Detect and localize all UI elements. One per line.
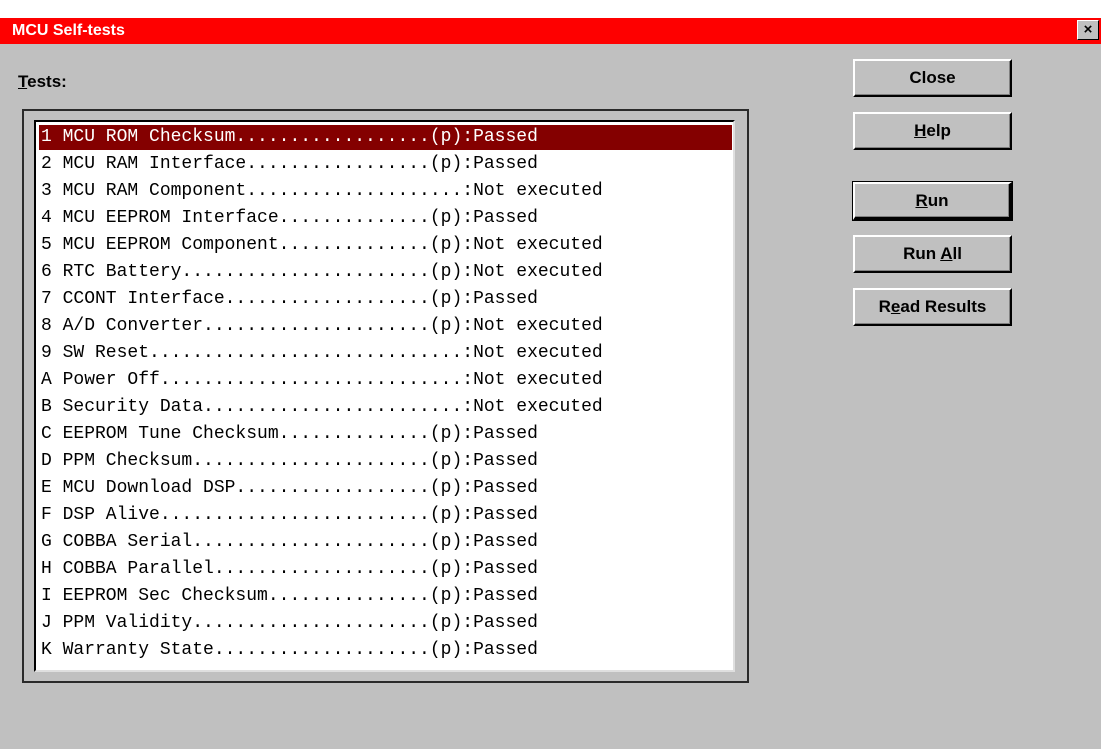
list-item[interactable]: B Security Data........................:…	[39, 395, 732, 420]
run-button[interactable]: Run	[852, 181, 1013, 221]
list-item[interactable]: 6 RTC Battery.......................(p):…	[39, 260, 732, 285]
list-item[interactable]: 3 MCU RAM Component....................:…	[39, 179, 732, 204]
tests-label-rest: ests:	[27, 72, 67, 91]
read-results-button[interactable]: Read Results	[853, 288, 1012, 326]
close-button[interactable]: Close	[853, 59, 1012, 97]
title-bar[interactable]: MCU Self-tests ×	[0, 18, 1101, 44]
tests-listbox[interactable]: 1 MCU ROM Checksum..................(p):…	[34, 120, 735, 672]
list-item[interactable]: A Power Off............................:…	[39, 368, 732, 393]
list-item[interactable]: G COBBA Serial......................(p):…	[39, 530, 732, 555]
list-item[interactable]: 5 MCU EEPROM Component..............(p):…	[39, 233, 732, 258]
run-all-button[interactable]: Run All	[853, 235, 1012, 273]
list-item[interactable]: I EEPROM Sec Checksum...............(p):…	[39, 584, 732, 609]
list-item[interactable]: 9 SW Reset.............................:…	[39, 341, 732, 366]
list-item[interactable]: 4 MCU EEPROM Interface..............(p):…	[39, 206, 732, 231]
list-item[interactable]: 1 MCU ROM Checksum..................(p):…	[39, 125, 732, 150]
list-item[interactable]: D PPM Checksum......................(p):…	[39, 449, 732, 474]
run-all-button-label: Run All	[903, 244, 962, 263]
list-item[interactable]: C EEPROM Tune Checksum..............(p):…	[39, 422, 732, 447]
run-button-label: Run	[915, 190, 949, 210]
tests-label-mnemonic: T	[18, 72, 28, 91]
window-title: MCU Self-tests	[12, 22, 125, 39]
help-button[interactable]: Help	[853, 112, 1012, 150]
list-item[interactable]: 7 CCONT Interface...................(p):…	[39, 287, 732, 312]
list-item[interactable]: 2 MCU RAM Interface.................(p):…	[39, 152, 732, 177]
list-item[interactable]: E MCU Download DSP..................(p):…	[39, 476, 732, 501]
list-item[interactable]: H COBBA Parallel....................(p):…	[39, 557, 732, 582]
close-button-label: Close	[909, 68, 956, 87]
list-item[interactable]: J PPM Validity......................(p):…	[39, 611, 732, 636]
help-button-label: Help	[914, 121, 951, 140]
list-item[interactable]: 8 A/D Converter.....................(p):…	[39, 314, 732, 339]
tests-label: Tests:	[18, 72, 67, 92]
list-item[interactable]: K Warranty State....................(p):…	[39, 638, 732, 663]
read-results-button-label: Read Results	[878, 297, 987, 316]
close-window-icon[interactable]: ×	[1077, 20, 1099, 40]
list-item[interactable]: F DSP Alive.........................(p):…	[39, 503, 732, 528]
